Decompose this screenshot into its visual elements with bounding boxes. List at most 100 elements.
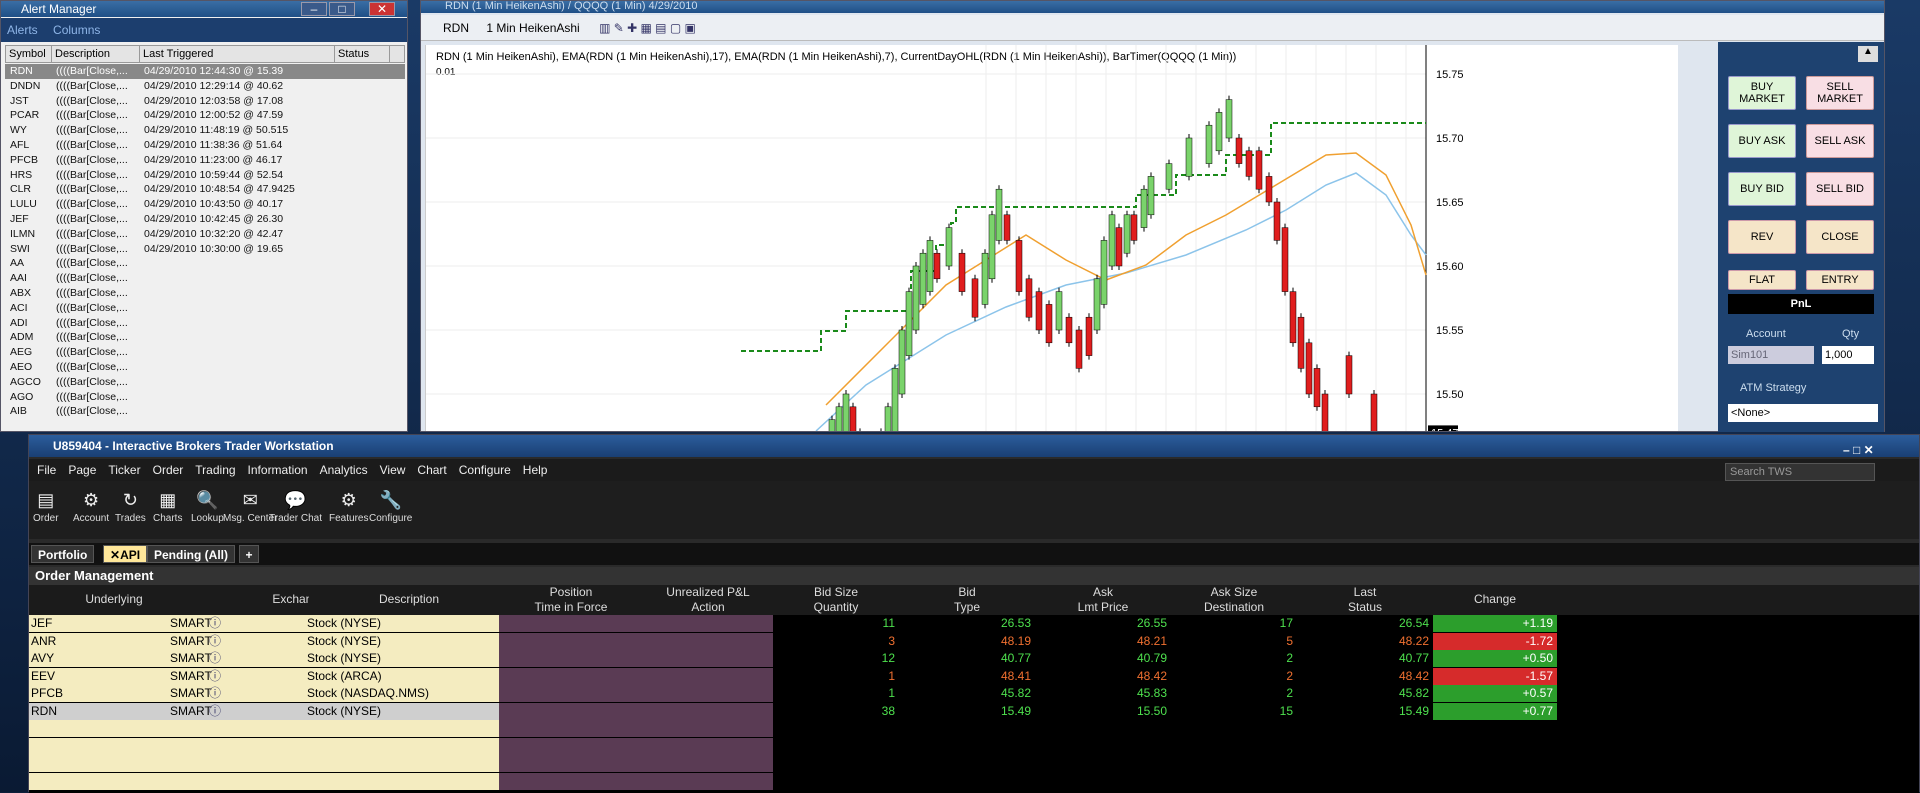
alert-row[interactable]: CLR ((((Bar[Close,... 04/29/2010 10:48:54 …: [5, 182, 405, 197]
menu-order[interactable]: Order: [153, 463, 184, 477]
menu-chart[interactable]: Chart: [417, 463, 446, 477]
buy-ask-button[interactable]: BUY ASK: [1728, 124, 1796, 158]
maximize-icon[interactable]: □: [329, 2, 355, 16]
alert-row[interactable]: PFCB ((((Bar[Close,... 04/29/2010 11:23:00…: [5, 153, 405, 168]
menu-configure[interactable]: Configure: [459, 463, 511, 477]
menu-page[interactable]: Page: [68, 463, 96, 477]
col-description[interactable]: Description: [309, 585, 509, 615]
menu-file[interactable]: File: [37, 463, 56, 477]
qty-input[interactable]: 1,000: [1822, 346, 1874, 364]
info-icon[interactable]: ⓘ: [209, 685, 221, 702]
alert-row[interactable]: DNDN ((((Bar[Close,... 04/29/2010 12:29:14…: [5, 79, 405, 94]
chart-plot-area[interactable]: RDN (1 Min HeikenAshi), EMA(RDN (1 Min H…: [425, 45, 1678, 431]
close-icon[interactable]: ✕: [369, 2, 395, 16]
order-row[interactable]: PFCB SMART Stock (NASDAQ.NMS) ⓘ 1 45.82 45.83 2…: [29, 685, 1919, 702]
order-row[interactable]: EEV SMART Stock (ARCA) ⓘ 1 48.41 48.42 2 48.42 -1…: [29, 667, 1919, 685]
alert-row[interactable]: LULU ((((Bar[Close,... 04/29/2010 10:43:50…: [5, 197, 405, 212]
tool-features[interactable]: ⚙ Features: [329, 487, 368, 524]
tab-portfolio[interactable]: Portfolio: [31, 545, 95, 563]
col-ask-size[interactable]: Ask Size Destination: [1171, 585, 1297, 615]
alert-row[interactable]: RDN ((((Bar[Close,... 04/29/2010 12:44:30 …: [5, 64, 405, 79]
search-tws-input[interactable]: Search TWS: [1725, 463, 1875, 481]
col-symbol[interactable]: Symbol: [6, 46, 52, 62]
col-underlying[interactable]: Underlying: [29, 585, 199, 615]
tool-account[interactable]: ⚙ Account: [73, 487, 109, 524]
order-row[interactable]: JEF SMART Stock (NYSE) ⓘ 11 26.53 26.55 17 26.54…: [29, 615, 1919, 632]
order-row[interactable]: ANR SMART Stock (NYSE) ⓘ 3 48.19 48.21 5 48.22 -1…: [29, 632, 1919, 650]
buy-market-button[interactable]: BUY MARKET: [1728, 76, 1796, 110]
col-ask[interactable]: Ask Lmt Price: [1035, 585, 1171, 615]
alert-row[interactable]: AEG ((((Bar[Close,...: [5, 345, 405, 360]
tool-trader-chat[interactable]: 💬 Trader Chat: [269, 487, 322, 524]
col-description[interactable]: Description: [52, 46, 140, 62]
alert-row[interactable]: ABX ((((Bar[Close,...: [5, 286, 405, 301]
menu-ticker[interactable]: Ticker: [108, 463, 140, 477]
menu-alerts[interactable]: Alerts: [7, 23, 38, 37]
order-row[interactable]: [29, 772, 1919, 790]
symbol-selector[interactable]: RDN: [443, 21, 469, 35]
col-unrealized[interactable]: Unrealized P&L Action: [643, 585, 773, 615]
alert-row[interactable]: AFL ((((Bar[Close,... 04/29/2010 11:38:36 …: [5, 138, 405, 153]
add-tab-icon[interactable]: +: [239, 545, 259, 563]
tool-charts[interactable]: ▦ Charts: [153, 487, 182, 524]
atm-strategy-select[interactable]: <None>: [1728, 404, 1878, 422]
alert-row[interactable]: AGCO ((((Bar[Close,...: [5, 375, 405, 390]
alert-row[interactable]: AIB ((((Bar[Close,...: [5, 404, 405, 419]
alert-row[interactable]: AAI ((((Bar[Close,...: [5, 271, 405, 286]
alert-row[interactable]: JEF ((((Bar[Close,... 04/29/2010 10:42:45 …: [5, 212, 405, 227]
alert-row[interactable]: ACI ((((Bar[Close,...: [5, 301, 405, 316]
tab-pending[interactable]: Pending (All): [147, 545, 235, 563]
menu-help[interactable]: Help: [523, 463, 548, 477]
alert-row[interactable]: ILMN ((((Bar[Close,... 04/29/2010 10:32:20…: [5, 227, 405, 242]
alert-row[interactable]: AGO ((((Bar[Close,...: [5, 390, 405, 405]
order-row[interactable]: [29, 720, 1919, 737]
alert-row[interactable]: ADM ((((Bar[Close,...: [5, 330, 405, 345]
collapse-icon[interactable]: ▲: [1858, 46, 1878, 62]
alert-row[interactable]: AA ((((Bar[Close,...: [5, 256, 405, 271]
info-icon[interactable]: ⓘ: [209, 703, 221, 720]
col-bid-size[interactable]: Bid Size Quantity: [773, 585, 899, 615]
menu-analytics[interactable]: Analytics: [320, 463, 368, 477]
alert-row[interactable]: AEO ((((Bar[Close,...: [5, 360, 405, 375]
alert-row[interactable]: HRS ((((Bar[Close,... 04/29/2010 10:59:44 …: [5, 168, 405, 183]
tab-api[interactable]: ✕API: [103, 545, 148, 563]
tool-trades[interactable]: ↻ Trades: [115, 487, 146, 524]
info-icon[interactable]: ⓘ: [209, 668, 221, 685]
close-icon[interactable]: ✕: [110, 548, 120, 562]
close-position-button[interactable]: CLOSE: [1806, 220, 1874, 254]
order-row[interactable]: [29, 737, 1919, 755]
menu-information[interactable]: Information: [248, 463, 308, 477]
tool-lookup[interactable]: 🔍 Lookup: [191, 487, 224, 524]
tool-configure[interactable]: 🔧 Configure: [369, 487, 412, 524]
menu-trading[interactable]: Trading: [195, 463, 235, 477]
alert-row[interactable]: ADI ((((Bar[Close,...: [5, 316, 405, 331]
info-icon[interactable]: ⓘ: [209, 615, 221, 632]
menu-columns[interactable]: Columns: [53, 23, 100, 37]
sell-bid-button[interactable]: SELL BID: [1806, 172, 1874, 206]
col-last-triggered[interactable]: Last Triggered: [140, 46, 335, 62]
col-change[interactable]: Change: [1433, 585, 1557, 615]
order-row[interactable]: AVY SMART Stock (NYSE) ⓘ 12 40.77 40.79 2 40.77 +…: [29, 650, 1919, 667]
col-bid[interactable]: Bid Type: [899, 585, 1035, 615]
flat-button[interactable]: FLAT: [1728, 270, 1796, 290]
interval-selector[interactable]: 1 Min HeikenAshi: [486, 21, 579, 35]
col-last[interactable]: Last Status: [1297, 585, 1433, 615]
account-select[interactable]: Sim101: [1728, 346, 1814, 364]
alert-row[interactable]: PCAR ((((Bar[Close,... 04/29/2010 12:00:52…: [5, 108, 405, 123]
window-controls-icon[interactable]: – □ ✕: [1843, 439, 1913, 461]
sell-market-button[interactable]: SELL MARKET: [1806, 76, 1874, 110]
chart-tools-icon[interactable]: ▥ ✎ ✚ ▦ ▤ ▢ ▣: [599, 21, 696, 35]
col-position[interactable]: Position Time in Force: [499, 585, 643, 615]
alert-row[interactable]: JST ((((Bar[Close,... 04/29/2010 12:03:58 …: [5, 94, 405, 109]
buy-bid-button[interactable]: BUY BID: [1728, 172, 1796, 206]
sell-ask-button[interactable]: SELL ASK: [1806, 124, 1874, 158]
menu-view[interactable]: View: [380, 463, 406, 477]
alert-row[interactable]: WY ((((Bar[Close,... 04/29/2010 11:48:19 @…: [5, 123, 405, 138]
order-row[interactable]: RDN SMART Stock (NYSE) ⓘ 38 15.49 15.50 15 15.49…: [29, 702, 1919, 720]
minimize-icon[interactable]: –: [301, 2, 327, 16]
info-icon[interactable]: ⓘ: [209, 633, 221, 650]
order-row[interactable]: [29, 755, 1919, 772]
alert-row[interactable]: SWI ((((Bar[Close,... 04/29/2010 10:30:00 …: [5, 242, 405, 257]
col-status[interactable]: Status: [335, 46, 390, 62]
reverse-button[interactable]: REV: [1728, 220, 1796, 254]
